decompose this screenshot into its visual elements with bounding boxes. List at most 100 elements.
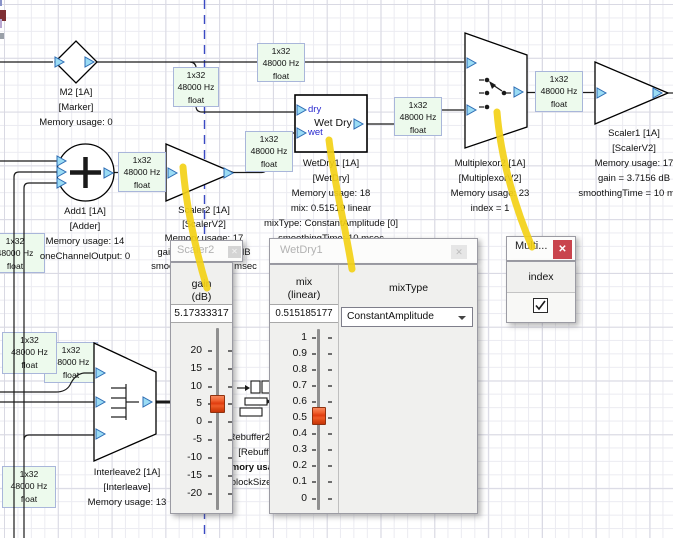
tick-mark — [312, 385, 316, 387]
wetdry1-panel[interactable]: mix (linear) 0.515185177 mixType Constan… — [269, 264, 478, 514]
tick-label: -15 — [187, 470, 202, 482]
tick-mark — [208, 475, 212, 477]
caption-line: gain = 3.7156 dB — [564, 171, 673, 186]
tick-mark — [328, 337, 332, 339]
close-icon[interactable]: ✕ — [553, 240, 572, 259]
tick-mark — [328, 369, 332, 371]
tick-label: 0 — [196, 416, 202, 428]
gain-value-field[interactable]: 5.17333317 — [171, 304, 232, 323]
tick-label: 0.3 — [293, 444, 307, 456]
tick-label: 0.8 — [293, 364, 307, 376]
schematic-canvas[interactable]: 1x3248000 Hzfloat 1x3248000 Hzfloat 1x32… — [0, 0, 673, 538]
tick-label: 0.5 — [293, 412, 307, 424]
wire-type-label: 1x3248000 Hzfloat — [257, 43, 305, 82]
tick-mark — [228, 475, 232, 477]
chevron-down-icon — [458, 316, 466, 320]
tick-mark — [312, 337, 316, 339]
tick-label: 0.6 — [293, 396, 307, 408]
caption-line: Memory usage: 17 — [564, 156, 673, 171]
tick-label: 20 — [191, 345, 202, 357]
caption-line: Scaler1 [1A] — [564, 126, 673, 141]
tick-label: -20 — [187, 488, 202, 500]
caption-line: mixType: ConstantAmplitude [0] — [246, 216, 416, 231]
multiplexor2-panel-title: Multi... — [515, 240, 547, 252]
tick-mark — [328, 449, 332, 451]
caption-line: [Adder] — [20, 219, 150, 234]
tick-mark — [228, 457, 232, 459]
close-icon[interactable]: ✕ — [228, 246, 241, 258]
wetdry1-panel-title: WetDry1 — [280, 244, 323, 256]
tick-mark — [208, 386, 212, 388]
clipped-edge-artifact — [0, 19, 2, 28]
caption-line: smoothingTime = 10 msec — [564, 186, 673, 201]
clipped-edge-artifact — [0, 0, 2, 6]
wire-type-label: 1x3248000 Hzfloat — [535, 71, 583, 112]
tick-label: 1 — [301, 332, 307, 344]
caption-line: [Interleave] — [67, 480, 187, 495]
tick-mark — [208, 493, 212, 495]
tick-mark — [328, 481, 332, 483]
caption-line: Memory usage: 13 — [67, 495, 187, 510]
caption-line: index = 1 — [425, 201, 555, 216]
tick-mark — [228, 350, 232, 352]
caption-line: WetDry1 [1A] — [246, 156, 416, 171]
tick-mark — [312, 449, 316, 451]
wetdry1-panel-titlebar[interactable]: WetDry1 ✕ — [269, 238, 478, 264]
wetdry-port-dry-label: dry — [308, 104, 321, 115]
mix-value-field[interactable]: 0.515185177 — [270, 304, 338, 323]
tick-mark — [312, 353, 316, 355]
tick-label: 15 — [191, 363, 202, 375]
wire-type-label: 1x3248000 Hzfloat — [118, 152, 166, 192]
wire[interactable] — [24, 435, 94, 440]
scaler1-caption: Scaler1 [1A] [ScalerV2] Memory usage: 17… — [564, 126, 673, 201]
tick-mark — [312, 433, 316, 435]
tick-mark — [228, 493, 232, 495]
tick-mark — [228, 421, 232, 423]
tick-mark — [208, 421, 212, 423]
caption-line: Multiplexor2 [1A] — [425, 156, 555, 171]
scaler2-panel-title: Scaler2 — [177, 244, 214, 256]
param-name: mix — [270, 276, 338, 289]
m2-caption: M2 [1A] [Marker] Memory usage: 0 — [16, 85, 136, 130]
wire-type-label: 1x3248000 Hzfloat — [173, 67, 219, 107]
gain-slider-handle[interactable] — [210, 395, 225, 413]
clipped-edge-artifact — [0, 33, 4, 39]
scaler2-panel-titlebar[interactable]: Scaler2 ✕ — [170, 240, 243, 262]
close-icon[interactable]: ✕ — [451, 245, 467, 259]
mix-slider-handle[interactable] — [312, 407, 326, 425]
tick-label: 0.1 — [293, 476, 307, 488]
rebuffer-icon[interactable] — [237, 381, 271, 416]
index-checkbox[interactable] — [533, 298, 548, 313]
add1-caption: Add1 [1A] [Adder] Memory usage: 14 oneCh… — [20, 204, 150, 264]
tick-mark — [312, 498, 316, 500]
caption-line: [MultiplexorV2] — [425, 171, 555, 186]
tick-mark — [312, 401, 316, 403]
tick-label: -10 — [187, 452, 202, 464]
caption-line: Memory usage: 18 — [246, 186, 416, 201]
mixtype-selected-value: ConstantAmplitude — [347, 311, 434, 322]
tick-mark — [228, 439, 232, 441]
caption-line: Memory usage: 14 — [20, 234, 150, 249]
caption-line: Memory usage: 23 — [425, 186, 555, 201]
mixtype-dropdown[interactable]: ConstantAmplitude — [341, 307, 473, 327]
tick-mark — [208, 350, 212, 352]
caption-line: [Marker] — [16, 100, 136, 115]
multiplexor2-panel[interactable]: index — [506, 261, 576, 323]
param-name: gain — [171, 278, 232, 291]
wire-type-label: 1x3248000 Hzfloat — [394, 97, 442, 136]
caption-line: mix: 0.51519 linear — [246, 201, 416, 216]
tick-mark — [208, 457, 212, 459]
wetdry-port-wet-label: wet — [308, 127, 323, 138]
tick-mark — [228, 403, 232, 405]
multiplexor2-panel-titlebar[interactable]: Multi... ✕ — [506, 236, 576, 261]
scaler2-panel[interactable]: gain (dB) 5.17333317 20 15 10 5 0 -5 -10… — [170, 262, 233, 514]
caption-line: [WetDry] — [246, 171, 416, 186]
checkbox-area — [507, 293, 575, 322]
caption-line: Add1 [1A] — [20, 204, 150, 219]
tick-mark — [328, 385, 332, 387]
tick-mark — [328, 353, 332, 355]
param-units: (dB) — [171, 291, 232, 304]
mixtype-header: mixType — [338, 282, 479, 295]
tick-mark — [228, 368, 232, 370]
tick-label: 10 — [191, 381, 202, 393]
